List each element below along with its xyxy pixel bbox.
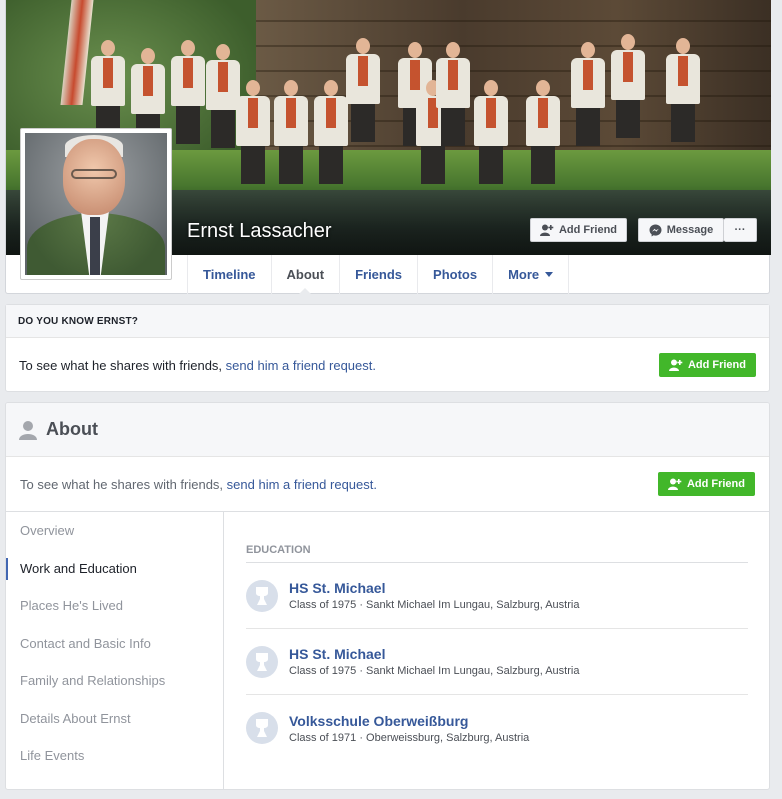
cover-add-friend-button[interactable]: Add Friend [530, 218, 627, 242]
cover-add-friend-label: Add Friend [558, 224, 618, 236]
profile-name[interactable]: Ernst Lassacher [187, 220, 332, 243]
message-button[interactable]: Message [638, 218, 724, 242]
more-options-button[interactable]: ··· [724, 218, 757, 242]
person-icon [19, 420, 37, 440]
education-item: HS St. Michael Class of 1975 · Sankt Mic… [246, 629, 748, 695]
school-icon [246, 579, 278, 612]
about-info-prefix: To see what he shares with friends, [20, 476, 227, 492]
tab-friends-label: Friends [355, 267, 403, 282]
do-you-know-card: DO YOU KNOW ERNST? To see what he shares… [5, 304, 770, 392]
sidebar-item-contact-info[interactable]: Contact and Basic Info [6, 625, 223, 663]
education-meta: Class of 1975 · Sankt Michael Im Lungau,… [289, 665, 580, 677]
education-name-link[interactable]: HS St. Michael [289, 646, 579, 662]
tab-about[interactable]: About [270, 255, 340, 295]
sidebar-item-places-lived[interactable]: Places He's Lived [6, 587, 223, 625]
do-you-know-text: To see what he shares with friends, send… [19, 358, 376, 373]
sidebar-item-family[interactable]: Family and Relationships [6, 662, 223, 700]
about-content: EDUCATION HS St. Michael Class of 1975 ·… [246, 512, 748, 761]
add-friend-icon [668, 359, 683, 371]
tab-timeline-label: Timeline [203, 267, 256, 282]
section-title-education: EDUCATION [246, 544, 748, 563]
school-icon [246, 645, 278, 678]
profile-picture[interactable] [20, 128, 172, 280]
add-friend-button[interactable]: Add Friend [658, 353, 756, 377]
about-friend-request-link[interactable]: send him a friend request. [227, 477, 377, 492]
sidebar-item-overview[interactable]: Overview [6, 512, 223, 550]
about-info-text: To see what he shares with friends, send… [20, 477, 377, 492]
tab-timeline[interactable]: Timeline [187, 255, 271, 294]
more-dots-icon: ··· [734, 224, 746, 236]
education-name-link[interactable]: HS St. Michael [289, 580, 579, 596]
friend-request-link[interactable]: send him a friend request. [226, 358, 376, 373]
education-name-link[interactable]: Volksschule Oberweißburg [289, 713, 529, 729]
education-meta: Class of 1975 · Sankt Michael Im Lungau,… [289, 599, 580, 611]
sidebar-item-work-and-education[interactable]: Work and Education [6, 550, 223, 588]
do-you-know-prefix: To see what he shares with friends, [19, 357, 226, 373]
add-friend-icon [539, 224, 554, 236]
education-item: Volksschule Oberweißburg Class of 1971 ·… [246, 695, 748, 761]
tab-photos-label: Photos [433, 267, 478, 282]
do-you-know-header: DO YOU KNOW ERNST? [6, 305, 769, 338]
about-card: About To see what he shares with friends… [5, 402, 770, 790]
about-add-friend-button[interactable]: Add Friend [657, 472, 755, 496]
add-friend-icon [667, 478, 682, 490]
about-title: About [46, 419, 98, 439]
tab-more-label: More [508, 267, 540, 282]
sidebar-item-details[interactable]: Details About Ernst [6, 700, 223, 738]
profile-header: Ernst Lassacher Add Friend Message ··· T… [5, 0, 771, 295]
tab-about-label: About [286, 267, 325, 282]
tab-more[interactable]: More [492, 255, 570, 294]
sidebar-item-life-events[interactable]: Life Events [6, 737, 223, 775]
messenger-icon [649, 224, 662, 236]
about-add-friend-label: Add Friend [686, 478, 745, 490]
tab-photos[interactable]: Photos [417, 255, 492, 294]
tab-friends[interactable]: Friends [339, 255, 417, 294]
add-friend-label: Add Friend [687, 359, 746, 371]
education-item: HS St. Michael Class of 1975 · Sankt Mic… [246, 563, 748, 629]
education-meta: Class of 1971 · Oberweissburg, Salzburg,… [289, 731, 530, 744]
message-label: Message [666, 224, 714, 236]
school-icon [246, 712, 278, 744]
profile-tabs: Timeline About Friends Photos More [187, 255, 570, 295]
chevron-down-icon [545, 272, 554, 277]
about-sidebar: Overview Work and Education Places He's … [6, 512, 224, 789]
